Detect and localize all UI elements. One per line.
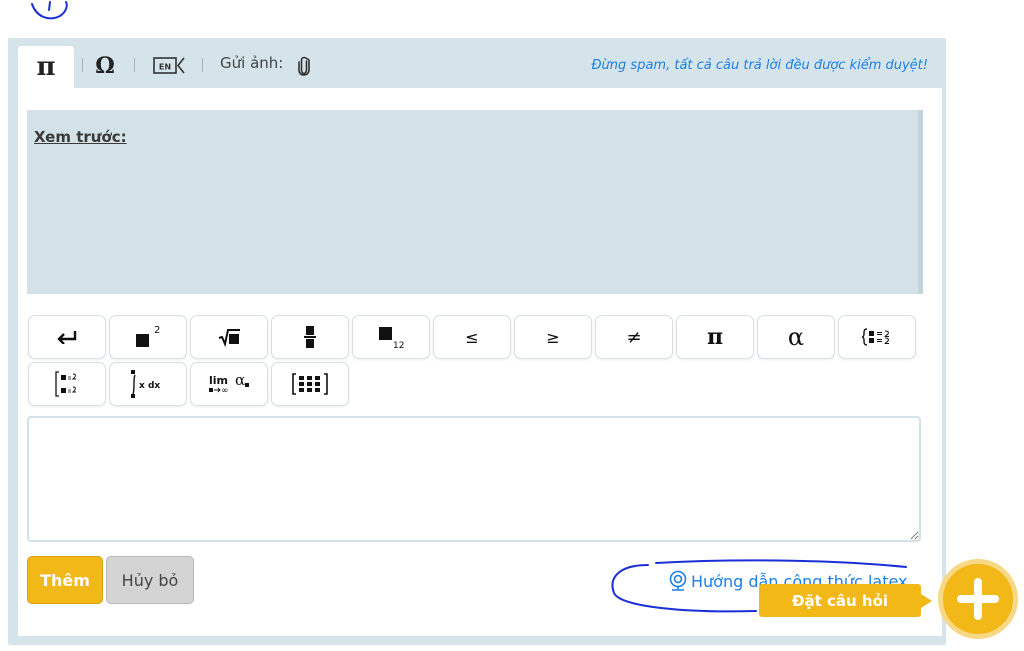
subscript-button[interactable]: 12 <box>352 315 430 359</box>
send-image-label: Gửi ảnh: <box>220 54 284 72</box>
pi-button[interactable]: π <box>676 315 754 359</box>
alpha-button[interactable]: α <box>757 315 835 359</box>
moderation-notice: Đừng spam, tất cả câu trả lời đều được k… <box>591 58 928 73</box>
limit-icon: lim ∞ α <box>209 371 249 396</box>
fraction-button[interactable] <box>271 315 349 359</box>
integral-text: x dx <box>139 381 160 391</box>
pi-symbol: π <box>706 324 724 350</box>
matrix-bracket-icon <box>55 371 76 397</box>
power-icon: 2 <box>136 325 160 347</box>
subscript-icon: 12 <box>379 327 404 350</box>
power-exponent: 2 <box>154 325 160 336</box>
pen-scribble-top <box>31 1 68 20</box>
limit-button[interactable]: lim ∞ α <box>190 362 268 406</box>
plus-icon <box>957 578 999 620</box>
greater-equal-button[interactable]: ≥ <box>514 315 592 359</box>
page: π Ω EN Gửi ảnh: Đừng spam, tất cả câu tr… <box>0 0 1024 651</box>
answer-panel: π Ω EN Gửi ảnh: Đừng spam, tất cả câu tr… <box>8 38 946 645</box>
tab-special-symbols[interactable]: Ω <box>92 51 118 81</box>
cancel-button[interactable]: Hủy bỏ <box>106 556 194 604</box>
newline-button[interactable] <box>28 315 106 359</box>
system-equations-button[interactable] <box>838 315 916 359</box>
keyboard-en-text: EN <box>159 63 171 72</box>
toolbar-divider <box>82 58 83 72</box>
less-equal-symbol: ≤ <box>465 327 479 347</box>
not-equal-symbol: ≠ <box>626 326 642 348</box>
less-equal-button[interactable]: ≤ <box>433 315 511 359</box>
sqrt-icon <box>218 329 240 347</box>
omega-icon: Ω <box>95 53 115 79</box>
superscript-button[interactable]: 2 <box>109 315 187 359</box>
preview-box: Xem trước: <box>27 110 923 294</box>
svg-text:∞: ∞ <box>221 386 229 396</box>
tab-language-keyboard[interactable]: EN <box>152 51 188 81</box>
fraction-icon <box>304 326 316 348</box>
pi-icon: π <box>36 52 56 82</box>
not-equal-button[interactable]: ≠ <box>595 315 673 359</box>
webcam-icon <box>669 570 687 591</box>
answer-input[interactable] <box>27 416 921 542</box>
integral-button[interactable]: x dx <box>109 362 187 406</box>
paperclip-icon <box>298 56 310 76</box>
tab-math[interactable]: π <box>18 46 74 88</box>
matrix-button[interactable] <box>271 362 349 406</box>
preview-label: Xem trước: <box>34 128 127 146</box>
add-button[interactable]: Thêm <box>27 556 103 604</box>
ask-question-button[interactable] <box>938 559 1018 639</box>
system-equations-icon <box>861 328 889 346</box>
subscript-index: 12 <box>393 341 404 350</box>
square-root-button[interactable] <box>190 315 268 359</box>
toolbar-divider <box>202 58 203 72</box>
attach-image-button[interactable] <box>293 51 315 81</box>
editor-content: Xem trước: 2 12 ≤ ≥ ≠ π α x dx lim ∞ α T… <box>18 88 942 636</box>
greater-equal-symbol: ≥ <box>546 327 560 347</box>
integral-icon: x dx <box>131 370 160 398</box>
matrix-icon <box>292 373 328 395</box>
ask-question-tooltip: Đặt câu hỏi <box>759 584 932 617</box>
toolbar-divider <box>134 58 135 72</box>
alpha-symbol: α <box>787 323 805 351</box>
editor-toolbar: π Ω EN Gửi ảnh: Đừng spam, tất cả câu tr… <box>8 38 946 88</box>
matrix-bracket-button[interactable] <box>28 362 106 406</box>
enter-arrow-icon <box>57 331 77 344</box>
keyboard-en-icon: EN <box>153 57 185 74</box>
limit-alpha: α <box>235 371 245 389</box>
